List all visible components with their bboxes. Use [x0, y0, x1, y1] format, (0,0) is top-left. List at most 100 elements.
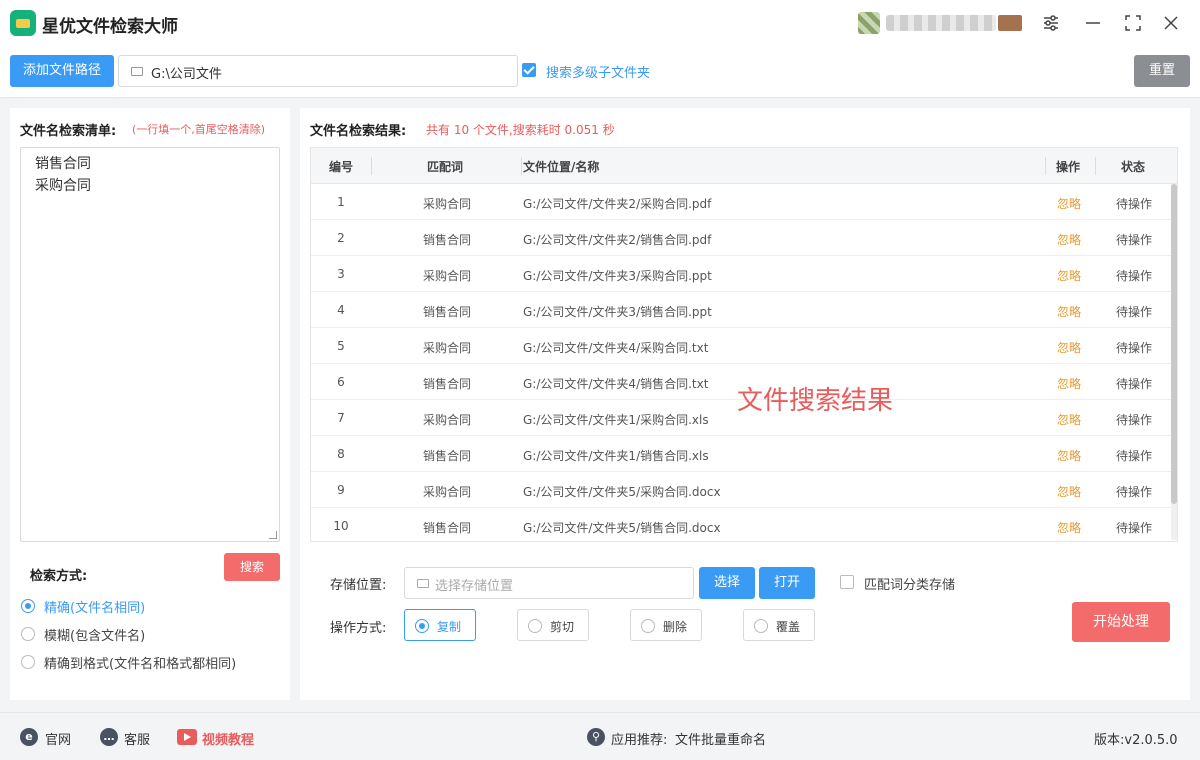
- ignore-button[interactable]: 忽略: [1049, 195, 1089, 212]
- cell-word: 销售合同: [422, 377, 471, 391]
- cell-word: 采购合同: [422, 485, 471, 499]
- category-store-checkbox[interactable]: [840, 575, 854, 589]
- cell-path: G:/公司文件/文件夹4/采购合同.txt: [523, 341, 709, 355]
- subfolder-label[interactable]: 搜索多级子文件夹: [546, 62, 650, 81]
- search-list-hint: (一行填一个,首尾空格清除): [132, 123, 266, 136]
- table-row[interactable]: 9 采购合同 G:/公司文件/文件夹5/采购合同.docx 忽略 待操作: [311, 472, 1173, 508]
- category-store-label[interactable]: 匹配词分类存储: [864, 574, 955, 593]
- ignore-button[interactable]: 忽略: [1049, 267, 1089, 284]
- filename-line: 采购合同: [35, 178, 91, 194]
- ignore-button[interactable]: 忽略: [1049, 447, 1089, 464]
- link-icon: ⚲: [587, 728, 605, 746]
- method-fuzzy-radio[interactable]: [21, 627, 35, 641]
- video-icon[interactable]: [177, 729, 197, 745]
- cell-word: 采购合同: [422, 197, 471, 211]
- table-row[interactable]: 10 销售合同 G:/公司文件/文件夹5/销售合同.docx 忽略 待操作: [311, 508, 1173, 541]
- cell-status: 待操作: [1115, 305, 1152, 319]
- op-overwrite-radio[interactable]: [754, 619, 768, 633]
- ignore-button[interactable]: 忽略: [1049, 303, 1089, 320]
- cell-no: 1: [337, 195, 345, 209]
- cell-status: 待操作: [1115, 233, 1152, 247]
- maximize-icon[interactable]: [1120, 10, 1146, 36]
- ignore-button[interactable]: 忽略: [1049, 483, 1089, 500]
- user-avatar[interactable]: [858, 12, 880, 34]
- method-format-label[interactable]: 精确到格式(文件名和格式都相同): [44, 653, 236, 672]
- website-icon[interactable]: e: [20, 728, 38, 746]
- cell-no: 5: [337, 339, 345, 353]
- results-title: 文件名检索结果:: [310, 124, 407, 139]
- method-exact-radio[interactable]: [21, 599, 35, 613]
- minimize-icon[interactable]: [1080, 10, 1106, 36]
- store-location-input[interactable]: 选择存储位置: [404, 567, 694, 599]
- folder-icon: [417, 579, 429, 588]
- results-panel: 文件名检索结果: 共有 10 个文件,搜索耗时 0.051 秒 编号 匹配词 文…: [300, 108, 1190, 700]
- cell-status: 待操作: [1115, 269, 1152, 283]
- website-link[interactable]: 官网: [45, 729, 71, 748]
- store-location-label: 存储位置:: [330, 578, 387, 593]
- subfolder-checkbox[interactable]: [522, 63, 536, 77]
- cell-word: 销售合同: [422, 233, 471, 247]
- close-icon[interactable]: [1158, 10, 1184, 36]
- service-link[interactable]: 客服: [124, 729, 150, 748]
- op-cut-radio[interactable]: [528, 619, 542, 633]
- add-path-button[interactable]: 添加文件路径: [10, 55, 114, 87]
- cell-status: 待操作: [1115, 197, 1152, 211]
- table-row[interactable]: 8 销售合同 G:/公司文件/文件夹1/销售合同.xls 忽略 待操作: [311, 436, 1173, 472]
- path-input[interactable]: G:\公司文件: [118, 55, 518, 87]
- cell-no: 7: [337, 411, 345, 425]
- search-method-label: 检索方式:: [30, 569, 88, 584]
- operation-mode-label: 操作方式:: [330, 621, 387, 636]
- open-location-button[interactable]: 打开: [759, 567, 815, 599]
- cell-no: 10: [333, 519, 349, 533]
- results-table: 编号 匹配词 文件位置/名称 操作 状态 1 采购合同 G:/公司文件/文件夹2/采…: [310, 147, 1178, 542]
- table-row[interactable]: 3 采购合同 G:/公司文件/文件夹3/采购合同.ppt 忽略 待操作: [311, 256, 1173, 292]
- cell-word: 销售合同: [422, 521, 471, 535]
- ignore-button[interactable]: 忽略: [1049, 519, 1089, 536]
- op-copy-radio[interactable]: [415, 619, 429, 633]
- table-row[interactable]: 2 销售合同 G:/公司文件/文件夹2/销售合同.pdf 忽略 待操作: [311, 220, 1173, 256]
- filename-list-textarea[interactable]: 销售合同 采购合同: [20, 147, 280, 542]
- settings-sliders-icon[interactable]: [1038, 10, 1064, 36]
- op-delete-option[interactable]: 删除: [630, 609, 702, 641]
- op-delete-radio[interactable]: [641, 619, 655, 633]
- reset-button[interactable]: 重置: [1134, 55, 1190, 87]
- op-copy-option[interactable]: 复制: [404, 609, 476, 641]
- ignore-button[interactable]: 忽略: [1049, 231, 1089, 248]
- select-location-button[interactable]: 选择: [699, 567, 755, 599]
- ignore-button[interactable]: 忽略: [1049, 339, 1089, 356]
- cell-path: G:/公司文件/文件夹5/采购合同.docx: [523, 485, 721, 499]
- start-process-button[interactable]: 开始处理: [1072, 602, 1170, 642]
- column-header-op: 操作: [1056, 160, 1081, 174]
- chat-icon[interactable]: …: [100, 728, 118, 746]
- cell-word: 销售合同: [422, 449, 471, 463]
- method-exact-label[interactable]: 精确(文件名相同): [44, 597, 145, 616]
- folder-icon: [131, 67, 143, 76]
- user-name-blurred[interactable]: [886, 15, 996, 31]
- table-scrollbar[interactable]: [1171, 184, 1177, 540]
- resize-handle-icon[interactable]: [269, 531, 277, 539]
- cell-no: 4: [337, 303, 345, 317]
- toolbar: 添加文件路径 G:\公司文件 搜索多级子文件夹 重置: [0, 46, 1200, 98]
- cell-no: 8: [337, 447, 345, 461]
- table-row[interactable]: 4 销售合同 G:/公司文件/文件夹3/销售合同.ppt 忽略 待操作: [311, 292, 1173, 328]
- footer: e 官网 … 客服 视频教程 ⚲ 应用推荐: 文件批量重命名 版本:v2.0.5…: [0, 712, 1200, 760]
- ignore-button[interactable]: 忽略: [1049, 411, 1089, 428]
- search-button[interactable]: 搜索: [224, 553, 280, 581]
- op-cut-option[interactable]: 剪切: [517, 609, 589, 641]
- cell-path: G:/公司文件/文件夹1/销售合同.xls: [523, 449, 709, 463]
- table-row[interactable]: 1 采购合同 G:/公司文件/文件夹2/采购合同.pdf 忽略 待操作: [311, 184, 1173, 220]
- video-tutorial-link[interactable]: 视频教程: [202, 729, 254, 748]
- column-header-status: 状态: [1121, 160, 1146, 174]
- cell-path: G:/公司文件/文件夹3/采购合同.ppt: [523, 269, 712, 283]
- op-overwrite-option[interactable]: 覆盖: [743, 609, 815, 641]
- method-fuzzy-label[interactable]: 模糊(包含文件名): [44, 625, 145, 644]
- table-row[interactable]: 5 采购合同 G:/公司文件/文件夹4/采购合同.txt 忽略 待操作: [311, 328, 1173, 364]
- recommend-app-link[interactable]: 文件批量重命名: [675, 729, 766, 748]
- op-cut-label: 剪切: [550, 620, 575, 634]
- op-overwrite-label: 覆盖: [776, 620, 801, 634]
- path-value: G:\公司文件: [151, 67, 222, 82]
- method-format-radio[interactable]: [21, 655, 35, 669]
- ignore-button[interactable]: 忽略: [1049, 375, 1089, 392]
- user-badge-icon: [998, 15, 1022, 31]
- column-header-path: 文件位置/名称: [523, 160, 600, 174]
